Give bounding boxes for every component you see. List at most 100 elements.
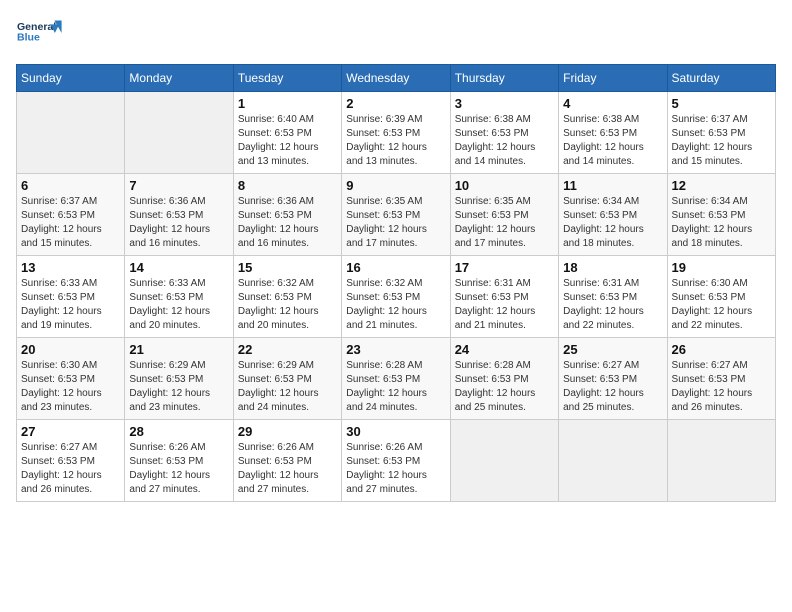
calendar-cell: 18 Sunrise: 6:31 AM Sunset: 6:53 PM Dayli… (559, 256, 667, 338)
cell-info: Sunrise: 6:29 AM Sunset: 6:53 PM Dayligh… (238, 359, 337, 415)
day-number: 2 (346, 96, 445, 111)
calendar-cell: 29 Sunrise: 6:26 AM Sunset: 6:53 PM Dayli… (233, 420, 341, 502)
calendar-cell: 15 Sunrise: 6:32 AM Sunset: 6:53 PM Dayli… (233, 256, 341, 338)
cell-info: Sunrise: 6:28 AM Sunset: 6:53 PM Dayligh… (455, 359, 554, 415)
day-number: 10 (455, 178, 554, 193)
calendar-cell: 24 Sunrise: 6:28 AM Sunset: 6:53 PM Dayli… (450, 338, 558, 420)
day-number: 29 (238, 424, 337, 439)
day-number: 4 (563, 96, 662, 111)
calendar-cell (559, 420, 667, 502)
cell-info: Sunrise: 6:30 AM Sunset: 6:53 PM Dayligh… (21, 359, 120, 415)
cell-info: Sunrise: 6:26 AM Sunset: 6:53 PM Dayligh… (129, 441, 228, 497)
calendar-cell: 30Sunrise: 6:26 AM Sunset: 6:53 PM Dayli… (342, 420, 450, 502)
calendar-cell: 8 Sunrise: 6:36 AM Sunset: 6:53 PM Daylig… (233, 174, 341, 256)
calendar-cell: 13 Sunrise: 6:33 AM Sunset: 6:53 PM Dayli… (17, 256, 125, 338)
calendar-cell: 19 Sunrise: 6:30 AM Sunset: 6:53 PM Dayli… (667, 256, 775, 338)
day-number: 22 (238, 342, 337, 357)
cell-info: Sunrise: 6:33 AM Sunset: 6:53 PM Dayligh… (129, 277, 228, 333)
cell-info: Sunrise: 6:32 AM Sunset: 6:53 PM Dayligh… (346, 277, 445, 333)
calendar-cell: 5Sunrise: 6:37 AM Sunset: 6:53 PM Daylig… (667, 92, 775, 174)
calendar-table: SundayMondayTuesdayWednesdayThursdayFrid… (16, 64, 776, 502)
weekday-header: Thursday (450, 65, 558, 92)
cell-info: Sunrise: 6:35 AM Sunset: 6:53 PM Dayligh… (346, 195, 445, 251)
calendar-cell: 14 Sunrise: 6:33 AM Sunset: 6:53 PM Dayli… (125, 256, 233, 338)
cell-info: Sunrise: 6:30 AM Sunset: 6:53 PM Dayligh… (672, 277, 771, 333)
day-number: 14 (129, 260, 228, 275)
cell-info: Sunrise: 6:38 AM Sunset: 6:53 PM Dayligh… (563, 113, 662, 169)
day-number: 17 (455, 260, 554, 275)
cell-info: Sunrise: 6:39 AM Sunset: 6:53 PM Dayligh… (346, 113, 445, 169)
cell-info: Sunrise: 6:36 AM Sunset: 6:53 PM Dayligh… (129, 195, 228, 251)
cell-info: Sunrise: 6:37 AM Sunset: 6:53 PM Dayligh… (21, 195, 120, 251)
logo: General Blue (16, 16, 64, 52)
weekday-header: Wednesday (342, 65, 450, 92)
day-number: 28 (129, 424, 228, 439)
day-number: 11 (563, 178, 662, 193)
page-header: General Blue (16, 16, 776, 52)
cell-info: Sunrise: 6:27 AM Sunset: 6:53 PM Dayligh… (563, 359, 662, 415)
calendar-cell: 3 Sunrise: 6:38 AM Sunset: 6:53 PM Daylig… (450, 92, 558, 174)
calendar-cell: 7 Sunrise: 6:36 AM Sunset: 6:53 PM Daylig… (125, 174, 233, 256)
calendar-cell: 6Sunrise: 6:37 AM Sunset: 6:53 PM Daylig… (17, 174, 125, 256)
weekday-header: Sunday (17, 65, 125, 92)
day-number: 5 (672, 96, 771, 111)
day-number: 21 (129, 342, 228, 357)
cell-info: Sunrise: 6:27 AM Sunset: 6:53 PM Dayligh… (672, 359, 771, 415)
day-number: 19 (672, 260, 771, 275)
calendar-cell: 21Sunrise: 6:29 AM Sunset: 6:53 PM Dayli… (125, 338, 233, 420)
weekday-header: Tuesday (233, 65, 341, 92)
calendar-week-row: 27Sunrise: 6:27 AM Sunset: 6:53 PM Dayli… (17, 420, 776, 502)
cell-info: Sunrise: 6:35 AM Sunset: 6:53 PM Dayligh… (455, 195, 554, 251)
weekday-header: Saturday (667, 65, 775, 92)
calendar-cell: 27Sunrise: 6:27 AM Sunset: 6:53 PM Dayli… (17, 420, 125, 502)
day-number: 12 (672, 178, 771, 193)
cell-info: Sunrise: 6:34 AM Sunset: 6:53 PM Dayligh… (563, 195, 662, 251)
calendar-cell: 23Sunrise: 6:28 AM Sunset: 6:53 PM Dayli… (342, 338, 450, 420)
weekday-header: Monday (125, 65, 233, 92)
day-number: 3 (455, 96, 554, 111)
calendar-cell (667, 420, 775, 502)
cell-info: Sunrise: 6:27 AM Sunset: 6:53 PM Dayligh… (21, 441, 120, 497)
calendar-cell: 2 Sunrise: 6:39 AM Sunset: 6:53 PM Daylig… (342, 92, 450, 174)
day-number: 18 (563, 260, 662, 275)
calendar-cell: 17 Sunrise: 6:31 AM Sunset: 6:53 PM Dayli… (450, 256, 558, 338)
calendar-cell: 4 Sunrise: 6:38 AM Sunset: 6:53 PM Daylig… (559, 92, 667, 174)
cell-info: Sunrise: 6:31 AM Sunset: 6:53 PM Dayligh… (455, 277, 554, 333)
cell-info: Sunrise: 6:36 AM Sunset: 6:53 PM Dayligh… (238, 195, 337, 251)
calendar-cell: 11 Sunrise: 6:34 AM Sunset: 6:53 PM Dayli… (559, 174, 667, 256)
cell-info: Sunrise: 6:26 AM Sunset: 6:53 PM Dayligh… (238, 441, 337, 497)
day-number: 25 (563, 342, 662, 357)
calendar-week-row: 13 Sunrise: 6:33 AM Sunset: 6:53 PM Dayli… (17, 256, 776, 338)
cell-info: Sunrise: 6:40 AM Sunset: 6:53 PM Dayligh… (238, 113, 337, 169)
calendar-cell: 10 Sunrise: 6:35 AM Sunset: 6:53 PM Dayli… (450, 174, 558, 256)
day-number: 15 (238, 260, 337, 275)
calendar-cell: 16 Sunrise: 6:32 AM Sunset: 6:53 PM Dayli… (342, 256, 450, 338)
cell-info: Sunrise: 6:33 AM Sunset: 6:53 PM Dayligh… (21, 277, 120, 333)
calendar-week-row: 6Sunrise: 6:37 AM Sunset: 6:53 PM Daylig… (17, 174, 776, 256)
calendar-cell (450, 420, 558, 502)
day-number: 8 (238, 178, 337, 193)
day-number: 16 (346, 260, 445, 275)
calendar-cell (17, 92, 125, 174)
calendar-week-row: 20 Sunrise: 6:30 AM Sunset: 6:53 PM Dayli… (17, 338, 776, 420)
day-number: 30 (346, 424, 445, 439)
calendar-cell: 26 Sunrise: 6:27 AM Sunset: 6:53 PM Dayli… (667, 338, 775, 420)
weekday-header: Friday (559, 65, 667, 92)
day-number: 9 (346, 178, 445, 193)
cell-info: Sunrise: 6:28 AM Sunset: 6:53 PM Dayligh… (346, 359, 445, 415)
day-number: 7 (129, 178, 228, 193)
day-number: 13 (21, 260, 120, 275)
logo-svg: General Blue (16, 16, 64, 52)
day-number: 20 (21, 342, 120, 357)
cell-info: Sunrise: 6:38 AM Sunset: 6:53 PM Dayligh… (455, 113, 554, 169)
cell-info: Sunrise: 6:32 AM Sunset: 6:53 PM Dayligh… (238, 277, 337, 333)
calendar-cell: 22 Sunrise: 6:29 AM Sunset: 6:53 PM Dayli… (233, 338, 341, 420)
calendar-week-row: 1Sunrise: 6:40 AM Sunset: 6:53 PM Daylig… (17, 92, 776, 174)
calendar-cell: 28 Sunrise: 6:26 AM Sunset: 6:53 PM Dayli… (125, 420, 233, 502)
day-number: 24 (455, 342, 554, 357)
cell-info: Sunrise: 6:31 AM Sunset: 6:53 PM Dayligh… (563, 277, 662, 333)
cell-info: Sunrise: 6:34 AM Sunset: 6:53 PM Dayligh… (672, 195, 771, 251)
calendar-cell (125, 92, 233, 174)
calendar-cell: 25 Sunrise: 6:27 AM Sunset: 6:53 PM Dayli… (559, 338, 667, 420)
day-number: 26 (672, 342, 771, 357)
